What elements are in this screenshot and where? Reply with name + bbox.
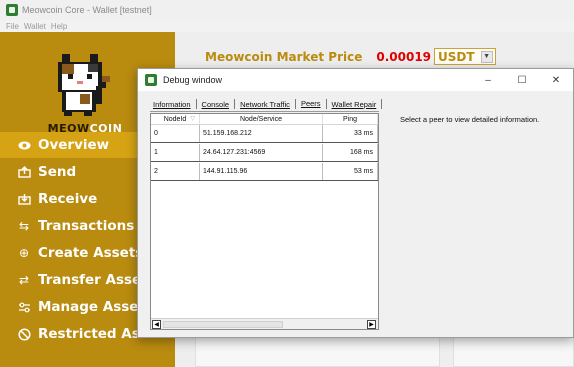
debug-window-title: Debug window [163, 75, 223, 85]
sidebar-item-label: Overview [38, 137, 110, 153]
column-header-node-service[interactable]: Node/Service [200, 114, 323, 124]
column-header-ping[interactable]: Ping [323, 114, 378, 124]
column-header-label: Node/Service [239, 115, 283, 123]
sidebar-item-label: Send [38, 164, 77, 180]
transactions-icon: ⇆ [18, 219, 30, 233]
tab-separator [195, 99, 197, 109]
title-bar: Meowcoin Core - Wallet [testnet] [0, 0, 574, 20]
debug-window-icon [145, 74, 157, 86]
plus-circle-icon: ⊕ [18, 246, 30, 260]
market-price-bar: Meowcoin Market Price 0.00019 USDT ▼ [205, 48, 496, 65]
peer-nodeid: 0 [151, 125, 200, 142]
peer-nodeid: 1 [151, 144, 200, 161]
peer-service: 144.91.115.96 [200, 163, 323, 180]
column-header-label: Ping [342, 115, 357, 123]
tab-separator [294, 99, 296, 109]
cat-logo-icon [58, 54, 110, 116]
peer-ping: 53 ms [323, 163, 378, 180]
window-title: Meowcoin Core - Wallet [testnet] [22, 5, 152, 15]
column-header-nodeid[interactable]: NodeId ▽ [151, 114, 200, 124]
currency-select-value: USDT [438, 49, 475, 64]
peer-detail-placeholder: Select a peer to view detailed informati… [400, 115, 540, 124]
sidebar-item-overview[interactable]: Overview [0, 132, 140, 158]
tab-information[interactable]: Information [150, 100, 194, 109]
peer-service: 51.159.168.212 [200, 125, 323, 142]
tab-separator [381, 99, 383, 109]
tab-wallet-repair[interactable]: Wallet Repair [329, 100, 380, 109]
tab-separator [234, 99, 236, 109]
close-button[interactable]: ✕ [539, 69, 573, 91]
menu-help[interactable]: Help [51, 22, 67, 31]
manage-icon [17, 300, 31, 314]
minimize-button[interactable]: – [471, 69, 505, 91]
eye-icon [17, 138, 31, 152]
chevron-down-icon: ▼ [480, 50, 493, 63]
debug-window-titlebar: Debug window – ☐ ✕ [138, 69, 573, 91]
table-row[interactable]: 0 51.159.168.212 33 ms [151, 125, 378, 143]
transfer-icon: ⇄ [18, 273, 30, 287]
debug-window: Debug window – ☐ ✕ Information Console N… [137, 68, 574, 338]
horizontal-scrollbar[interactable]: ◀ ▶ [151, 318, 378, 329]
menu-wallet[interactable]: Wallet [24, 22, 46, 31]
tab-peers[interactable]: Peers [298, 99, 324, 109]
sort-indicator-icon: ▽ [190, 116, 195, 122]
table-row[interactable]: 1 24.64.127.231:4569 168 ms [151, 144, 378, 162]
scroll-right-icon[interactable]: ▶ [367, 320, 376, 329]
peer-table[interactable]: NodeId ▽ Node/Service Ping 0 51.159.168.… [150, 113, 379, 330]
column-header-label: NodeId [163, 115, 187, 123]
peer-table-header: NodeId ▽ Node/Service Ping [151, 114, 378, 125]
tab-console[interactable]: Console [199, 100, 233, 109]
menu-bar: File Wallet Help [0, 20, 574, 32]
sidebar-item-label: Manage Assets [38, 299, 153, 315]
peer-nodeid: 2 [151, 163, 200, 180]
debug-tabs: Information Console Network Traffic Peer… [150, 97, 384, 111]
sidebar-item-label: Receive [38, 191, 98, 207]
menu-file[interactable]: File [6, 22, 19, 31]
peer-service: 24.64.127.231:4569 [200, 144, 323, 161]
restricted-icon [17, 327, 31, 341]
tab-network-traffic[interactable]: Network Traffic [237, 100, 293, 109]
scrollbar-thumb[interactable] [163, 321, 283, 328]
maximize-button[interactable]: ☐ [505, 69, 539, 91]
tab-underline [150, 111, 379, 112]
sidebar-item-label: Create Assets [38, 245, 144, 261]
peer-ping: 168 ms [323, 144, 378, 161]
table-row[interactable]: 2 144.91.115.96 53 ms [151, 163, 378, 181]
send-icon [17, 165, 31, 179]
app-icon [6, 4, 18, 16]
market-price-value: 0.00019 [376, 49, 432, 64]
currency-select[interactable]: USDT ▼ [434, 48, 496, 65]
tab-separator [325, 99, 327, 109]
receive-icon [17, 192, 31, 206]
market-price-label: Meowcoin Market Price [205, 49, 363, 64]
sidebar-item-label: Transactions [38, 218, 135, 234]
scroll-left-icon[interactable]: ◀ [152, 320, 161, 329]
peer-ping: 33 ms [323, 125, 378, 142]
